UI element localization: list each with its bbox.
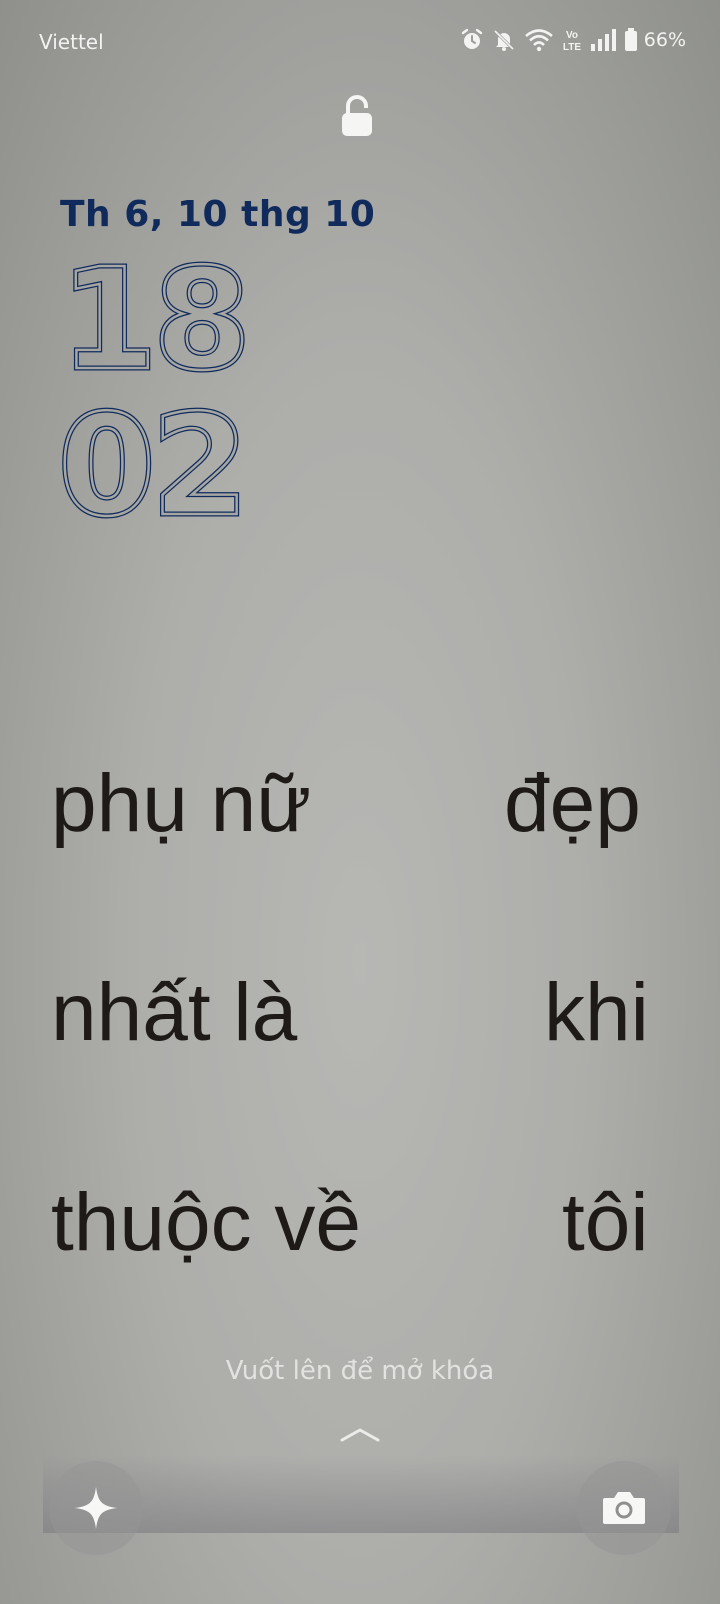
status-bar: Viettel Vo LTE 66%	[0, 0, 720, 84]
battery-percentage: 66%	[643, 29, 686, 51]
camera-icon	[603, 1492, 645, 1524]
clock-hour-inner: 18	[60, 246, 247, 402]
lock-screen-clock: .c1 { font-family:"DejaVu Sans", sans-se…	[58, 246, 253, 536]
assistant-shortcut-button[interactable]	[49, 1461, 143, 1555]
lock-screen-date: Th 6, 10 thg 10	[60, 194, 376, 235]
camera-shortcut-button[interactable]	[577, 1461, 671, 1555]
svg-text:Vo: Vo	[566, 30, 578, 41]
wallpaper-word: đẹp	[504, 758, 641, 849]
status-icons: Vo LTE 66%	[460, 27, 686, 53]
wallpaper-word: khi	[544, 967, 649, 1058]
alarm-icon	[461, 28, 482, 49]
mute-icon	[493, 29, 514, 51]
carrier-name: Viettel	[39, 30, 104, 54]
battery-icon	[624, 28, 637, 51]
wallpaper-word: tôi	[562, 1177, 649, 1268]
clock-minute-inner: 02	[58, 385, 245, 536]
svg-text:LTE: LTE	[563, 42, 581, 53]
wallpaper-word: phụ nữ	[51, 758, 312, 849]
signal-icon	[590, 29, 616, 51]
chevron-up-icon[interactable]	[338, 1424, 382, 1444]
volte-icon: Vo LTE	[563, 30, 581, 53]
wallpaper-word: nhất là	[51, 967, 298, 1058]
sparkle-icon	[75, 1487, 117, 1529]
lock-icon	[342, 95, 372, 136]
wallpaper-word: thuộc về	[51, 1177, 361, 1268]
wifi-icon	[524, 29, 553, 52]
unlock-hint: Vuốt lên để mở khóa	[225, 1356, 495, 1386]
